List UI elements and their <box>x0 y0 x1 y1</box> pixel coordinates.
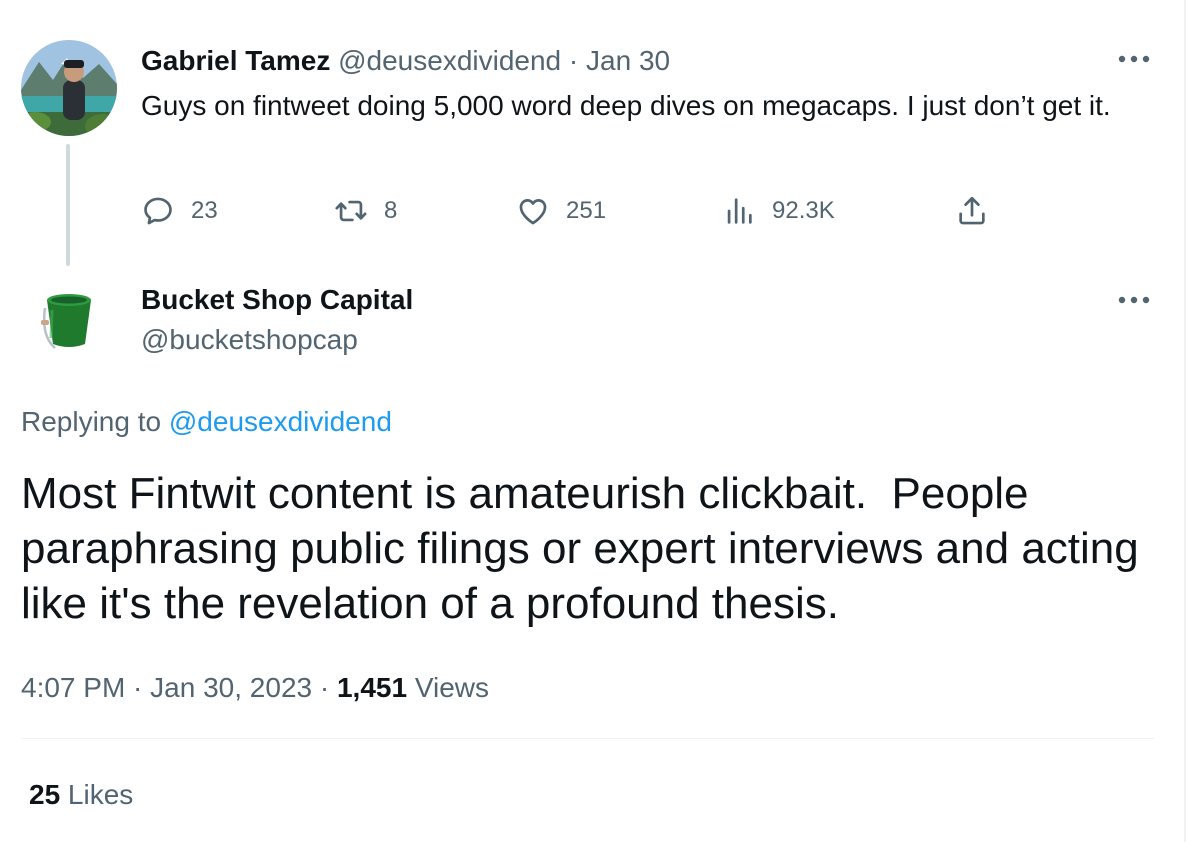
parent-author-handle[interactable]: @deusexdividend <box>338 45 561 76</box>
likes-summary[interactable]: 25 Likes <box>29 775 133 815</box>
more-horizontal-icon <box>1118 296 1150 304</box>
timeline-right-border <box>1184 0 1186 842</box>
reply-tweet-text: Most Fintwit content is amateurish click… <box>21 469 1151 628</box>
likes-count: 25 <box>29 779 61 810</box>
speech-bubble-icon <box>144 197 172 225</box>
reply-button[interactable]: 23 <box>141 191 218 231</box>
reply-author-handle[interactable]: @bucketshopcap <box>141 322 358 358</box>
meta-separator: · <box>125 672 151 703</box>
reply-author-name[interactable]: Bucket Shop Capital <box>141 282 413 318</box>
tweet-views-count: 1,451 <box>336 672 408 703</box>
tweet-views-label: Views <box>407 672 490 703</box>
thread-connector-line <box>66 144 70 266</box>
parent-tweet-text: Guys on fintweet doing 5,000 word deep d… <box>141 90 1111 121</box>
tweet-metadata: 4:07 PM · Jan 30, 2023 · 1,451 Views <box>21 668 489 708</box>
like-count: 251 <box>566 197 607 224</box>
replying-to-label: Replying to <box>21 406 169 437</box>
share-button[interactable] <box>955 191 1005 231</box>
heart-icon <box>519 199 547 225</box>
meta-separator: · <box>312 672 337 703</box>
green-bucket-icon <box>21 276 117 372</box>
views-count: 92.3K <box>772 197 835 224</box>
reply-more-options-button[interactable] <box>1114 283 1154 317</box>
gabriel-tamez-avatar[interactable] <box>21 40 117 136</box>
like-button[interactable]: 251 <box>516 191 606 231</box>
reply-count: 23 <box>191 197 218 224</box>
share-upload-icon <box>959 196 985 225</box>
views-button[interactable]: 92.3K <box>722 191 835 231</box>
tweet-date[interactable]: Jan 30, 2023 <box>150 672 312 703</box>
parent-more-options-button[interactable] <box>1114 42 1154 76</box>
more-horizontal-icon <box>1118 55 1150 63</box>
tweet-time[interactable]: 4:07 PM <box>21 672 125 703</box>
likes-label: Likes <box>60 779 134 810</box>
retweet-button[interactable]: 8 <box>334 191 397 231</box>
replying-to-line: Replying to @deusexdividend <box>21 402 392 442</box>
bucket-shop-capital-avatar[interactable] <box>21 276 117 372</box>
retweet-count: 8 <box>384 197 398 224</box>
parent-author-name[interactable]: Gabriel Tamez <box>141 45 330 76</box>
parent-tweet-header: Gabriel Tamez @deusexdividend · Jan 30 <box>141 44 670 78</box>
bar-chart-icon <box>727 198 752 224</box>
stats-divider <box>21 738 1154 739</box>
parent-tweet-date[interactable]: Jan 30 <box>586 45 670 76</box>
avatar-photo <box>21 40 117 136</box>
header-separator: · <box>561 45 587 76</box>
replying-to-handle-link[interactable]: @deusexdividend <box>169 406 392 437</box>
retweet-arrows-icon <box>335 200 367 222</box>
